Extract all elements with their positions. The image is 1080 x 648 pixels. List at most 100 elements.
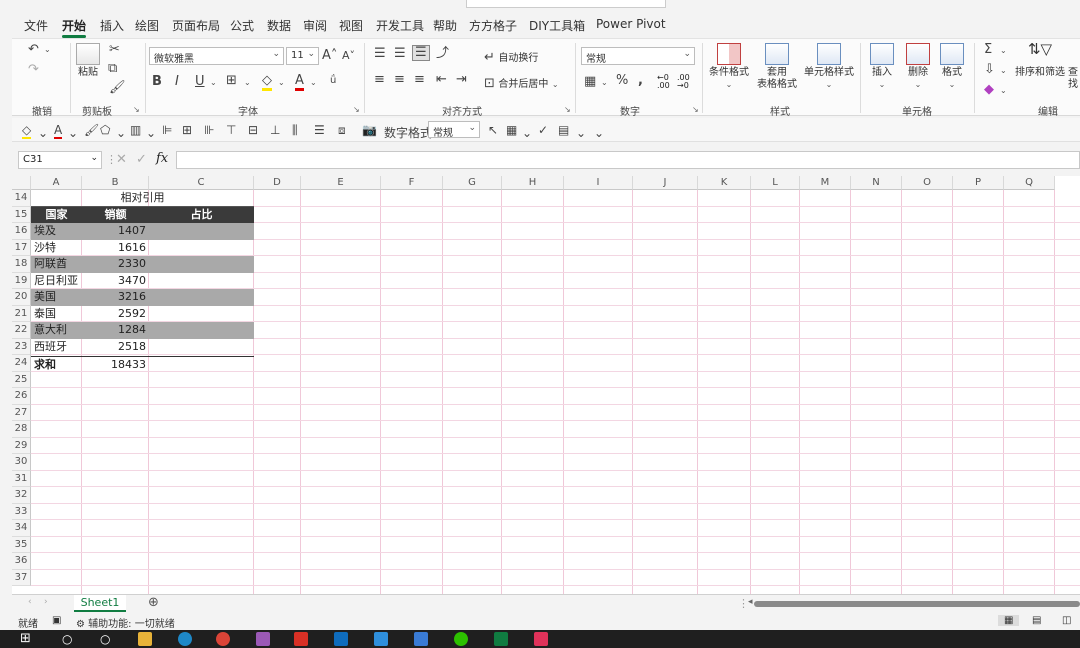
formula-input[interactable] [176, 151, 1080, 169]
italic-icon[interactable]: I [175, 75, 179, 89]
align-right-icon[interactable]: ≡ [414, 73, 425, 87]
find-select-button[interactable]: 查找 [1064, 67, 1080, 91]
sales-cell[interactable]: 1616 [82, 240, 149, 257]
total-value-cell[interactable]: 18433 [82, 355, 149, 373]
tab-view[interactable]: 视图 [339, 17, 363, 34]
add-sheet-icon[interactable]: ⊕ [148, 595, 159, 610]
fill-color-icon[interactable]: ◇ [22, 123, 32, 139]
search-box[interactable] [466, 0, 666, 8]
chevron-down-icon[interactable]: ⌄ [210, 78, 217, 87]
customize-toolbar-icon[interactable]: ⌄ [594, 126, 604, 140]
number-format-combo[interactable]: 常规 ⌄ [581, 47, 695, 65]
row-header-35[interactable]: 35 [12, 536, 31, 553]
row-header-36[interactable]: 36 [12, 553, 31, 570]
group-icon[interactable]: ⧈ [338, 123, 346, 138]
row-header-34[interactable]: 34 [12, 520, 31, 537]
column-header-e[interactable]: E [301, 176, 381, 190]
chevron-down-icon[interactable]: ⌄ [244, 78, 251, 87]
tab-formulas[interactable]: 公式 [230, 17, 254, 34]
row-header-18[interactable]: 18 [12, 256, 31, 273]
table-grid-icon[interactable]: ▦ [506, 123, 517, 137]
format-cells-button[interactable]: 格式 ⌄ [938, 43, 966, 91]
shrink-font-icon[interactable]: A˅ [342, 49, 355, 63]
cut-icon[interactable]: ✂ [109, 43, 120, 57]
copy-icon[interactable]: ⧉ [108, 62, 117, 76]
font-size-combo[interactable]: 11 ⌄ [286, 47, 319, 65]
accounting-format-icon[interactable]: ▦ [584, 75, 596, 89]
sales-cell[interactable]: 1407 [82, 223, 149, 240]
horizontal-scrollbar[interactable] [754, 601, 1080, 607]
font-color-icon[interactable]: A [54, 123, 63, 139]
country-cell[interactable]: 埃及 [31, 223, 82, 240]
country-cell[interactable]: 阿联酋 [31, 256, 82, 273]
format-painter-icon[interactable]: 🖌 [84, 123, 99, 137]
column-header-a[interactable]: A [31, 176, 82, 190]
tab-data[interactable]: 数据 [267, 17, 291, 34]
cell-styles-button[interactable]: 单元格样式 ⌄ [802, 43, 856, 91]
sales-cell[interactable]: 2330 [82, 256, 149, 273]
ratio-cell[interactable] [149, 322, 254, 339]
sales-cell[interactable]: 2518 [82, 339, 149, 356]
decrease-indent-icon[interactable]: ⇤ [436, 73, 447, 87]
tab-diy-toolbox[interactable]: DIY工具箱 [529, 17, 585, 34]
select-all-corner[interactable] [12, 176, 31, 190]
column-header-f[interactable]: F [381, 176, 443, 190]
clear-icon[interactable]: ◆ [984, 83, 994, 97]
fill-color-icon[interactable]: ◇ [262, 74, 272, 91]
decrease-decimal-icon[interactable]: .00 →0 [677, 74, 690, 90]
sales-cell[interactable]: 2592 [82, 306, 149, 323]
chevron-down-icon[interactable]: ⌄ [68, 126, 78, 140]
font-color-icon[interactable]: A [295, 74, 304, 91]
enter-icon[interactable]: ✓ [136, 152, 147, 167]
border-icon[interactable]: ⊞ [226, 74, 237, 88]
chrome-browser-icon[interactable] [216, 632, 230, 646]
qat-number-format-combo[interactable]: 常规 ⌄ [428, 121, 480, 139]
row-header-17[interactable]: 17 [12, 239, 31, 256]
conditional-format-button[interactable]: 条件格式 ⌄ [706, 43, 752, 91]
align-objects-top-icon[interactable]: ⊤ [226, 123, 236, 137]
excel-icon[interactable] [494, 632, 508, 646]
paste-button[interactable]: 粘贴 [74, 43, 102, 79]
app-icon[interactable] [374, 632, 388, 646]
ratio-cell[interactable] [149, 223, 254, 240]
accessibility-status[interactable]: ⚙ 辅助功能: 一切就绪 [76, 615, 175, 630]
column-header-m[interactable]: M [800, 176, 851, 190]
column-header-b[interactable]: B [82, 176, 149, 190]
row-header-16[interactable]: 16 [12, 223, 31, 240]
total-ratio-cell[interactable] [149, 355, 254, 373]
row-header-20[interactable]: 20 [12, 289, 31, 306]
launcher-icon[interactable]: ↘ [692, 105, 699, 114]
country-cell[interactable]: 尼日利亚 [31, 273, 82, 290]
increase-decimal-icon[interactable]: ←0.00 [657, 74, 670, 90]
row-header-26[interactable]: 26 [12, 388, 31, 405]
row-header-23[interactable]: 23 [12, 338, 31, 355]
ratio-cell[interactable] [149, 339, 254, 356]
column-header-j[interactable]: J [633, 176, 698, 190]
column-header-g[interactable]: G [443, 176, 502, 190]
ratio-cell[interactable] [149, 306, 254, 323]
wrap-text-button[interactable]: ↵ 自动换行 [484, 49, 538, 65]
chevron-down-icon[interactable]: ⌄ [1000, 66, 1007, 75]
name-box[interactable]: C31 ⌄ [18, 151, 102, 169]
country-cell[interactable]: 泰国 [31, 306, 82, 323]
windows-start-icon[interactable]: ⊞ [20, 632, 34, 646]
column-header-o[interactable]: O [902, 176, 953, 190]
normal-view-icon[interactable]: ▦ [998, 615, 1020, 626]
column-header-i[interactable]: I [564, 176, 633, 190]
launcher-icon[interactable]: ↘ [353, 105, 360, 114]
insert-cells-button[interactable]: 插入 ⌄ [866, 43, 898, 91]
format-as-table-button[interactable]: 套用 表格格式 [752, 43, 802, 91]
row-header-30[interactable]: 30 [12, 454, 31, 471]
country-cell[interactable]: 意大利 [31, 322, 82, 339]
row-header-32[interactable]: 32 [12, 487, 31, 504]
tab-insert[interactable]: 插入 [100, 17, 124, 34]
tab-help[interactable]: 帮助 [433, 17, 457, 34]
scroll-left-icon[interactable]: ‹ [28, 597, 32, 607]
row-header-31[interactable]: 31 [12, 470, 31, 487]
grow-font-icon[interactable]: A˄ [322, 49, 337, 63]
chevron-down-icon[interactable]: ⌄ [278, 78, 285, 87]
page-break-view-icon[interactable]: ◫ [1062, 615, 1071, 626]
column-header-q[interactable]: Q [1004, 176, 1055, 190]
align-objects-center-icon[interactable]: ⊞ [182, 123, 192, 137]
sort-filter-button[interactable]: ⇅▽ 排序和筛选 [1014, 42, 1066, 79]
